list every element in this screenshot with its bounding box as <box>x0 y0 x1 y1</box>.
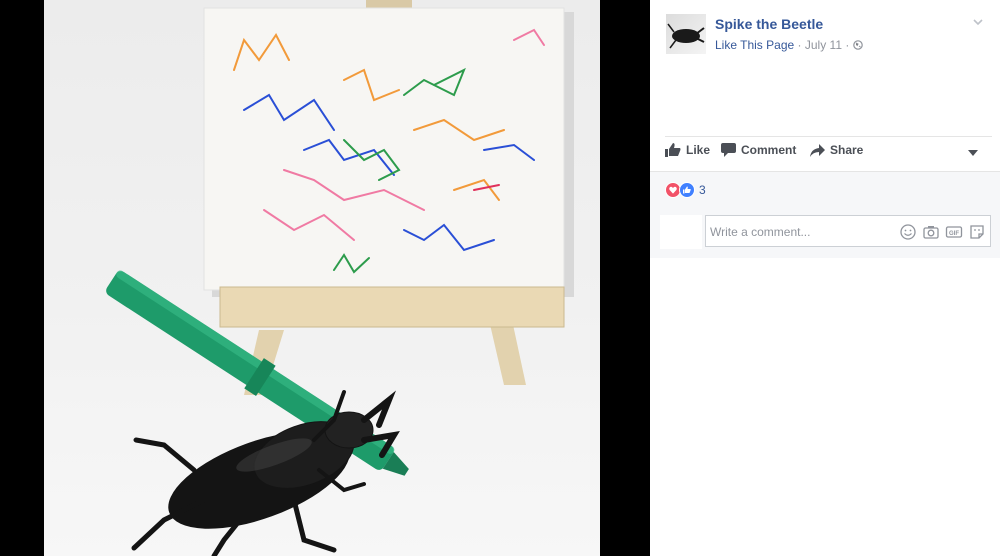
sticker-icon[interactable] <box>968 223 986 241</box>
share-arrow-icon <box>810 143 825 157</box>
camera-icon[interactable] <box>922 223 940 241</box>
meta-separator-2: · <box>845 38 850 52</box>
share-label: Share <box>830 143 864 157</box>
comments-section: 3 Write a comment... GIF <box>650 171 1000 258</box>
gif-icon[interactable]: GIF <box>945 223 963 241</box>
share-button[interactable]: Share <box>810 143 863 157</box>
post-date[interactable]: July 11 <box>805 38 842 52</box>
like-page-link[interactable]: Like This Page <box>715 38 794 52</box>
svg-text:GIF: GIF <box>949 231 959 237</box>
emoji-icon[interactable] <box>899 223 917 241</box>
comment-button[interactable]: Comment <box>721 143 796 157</box>
post-photo[interactable] <box>44 0 600 556</box>
post-meta: Like This Page · July 11 · <box>715 38 863 52</box>
comment-tools: GIF <box>899 223 986 241</box>
page-avatar[interactable] <box>666 14 706 54</box>
like-reaction-icon <box>679 182 695 198</box>
comment-input[interactable]: Write a comment... GIF <box>705 215 991 247</box>
reaction-count[interactable]: 3 <box>699 183 706 197</box>
globe-icon <box>852 40 863 50</box>
commenter-avatar <box>660 215 702 249</box>
comment-bubble-icon <box>721 143 736 157</box>
divider <box>665 136 992 137</box>
meta-separator: · <box>797 38 802 52</box>
page-name-link[interactable]: Spike the Beetle <box>715 16 823 32</box>
comment-placeholder: Write a comment... <box>710 225 811 239</box>
thumbs-up-icon <box>665 143 681 157</box>
comment-label: Comment <box>741 143 797 157</box>
beetle-painting-illustration <box>106 0 574 556</box>
divider <box>650 171 1000 172</box>
photo-viewer <box>0 0 650 556</box>
post-actions-bar: Like Comment Share <box>665 143 992 163</box>
caret-down-icon[interactable] <box>968 150 978 156</box>
reactions-summary[interactable]: 3 <box>665 182 706 198</box>
post-side-panel: Spike the Beetle Like This Page · July 1… <box>650 0 1000 556</box>
chevron-down-icon[interactable] <box>972 16 984 28</box>
beetle-avatar-icon <box>667 23 705 49</box>
like-label: Like <box>686 143 711 157</box>
like-button[interactable]: Like <box>665 143 710 157</box>
